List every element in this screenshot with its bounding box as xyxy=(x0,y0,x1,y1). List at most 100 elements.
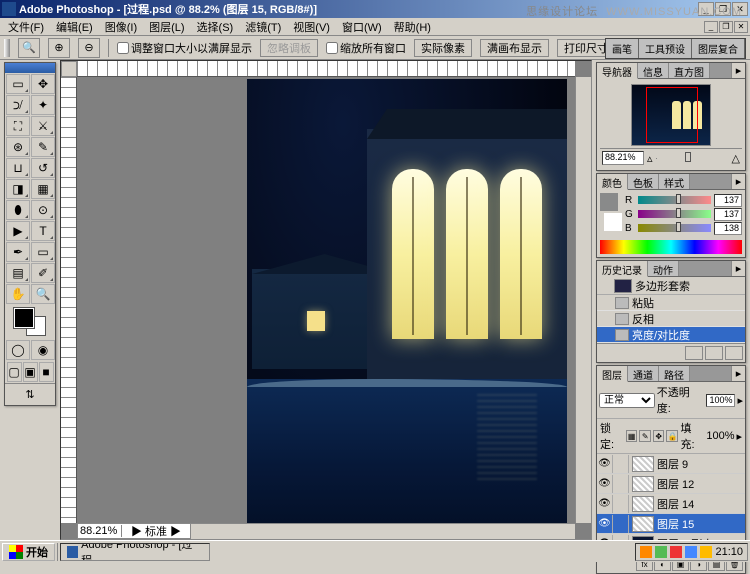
maximize-button[interactable]: ❐ xyxy=(715,2,731,16)
magic-wand-tool[interactable]: ✦ xyxy=(31,95,55,115)
type-tool[interactable]: T xyxy=(31,221,55,241)
path-select-tool[interactable]: ▶ xyxy=(6,221,30,241)
hand-tool[interactable]: ✋ xyxy=(6,284,30,304)
ruler-origin[interactable] xyxy=(61,61,77,77)
shape-tool[interactable]: ▭ xyxy=(31,242,55,262)
history-step-selected[interactable]: 亮度/对比度 xyxy=(597,327,745,343)
tab-paths[interactable]: 路径 xyxy=(659,366,690,381)
r-value[interactable]: 137 xyxy=(714,194,742,207)
jump-to-imageready[interactable]: ⇅ xyxy=(5,383,55,405)
screen-standard-icon[interactable]: ▢ xyxy=(7,362,22,382)
menu-filter[interactable]: 滤镜(T) xyxy=(239,18,287,36)
opacity-field[interactable]: 100% xyxy=(706,394,736,407)
vertical-ruler[interactable] xyxy=(61,77,77,523)
menu-view[interactable]: 视图(V) xyxy=(287,18,336,36)
panel-menu-icon[interactable]: ▸ xyxy=(731,366,745,381)
navigator-view-box[interactable] xyxy=(646,87,698,143)
fg-swatch[interactable] xyxy=(600,193,618,211)
menu-select[interactable]: 选择(S) xyxy=(191,18,240,36)
well-layer-comps[interactable]: 图层复合 xyxy=(692,39,745,58)
fit-screen-button[interactable]: 满画布显示 xyxy=(480,39,549,57)
slice-tool[interactable]: ⚔ xyxy=(31,116,55,136)
blur-tool[interactable]: ⬮ xyxy=(6,200,30,220)
marquee-tool[interactable]: ▭ xyxy=(6,74,30,94)
lock-pixels-icon[interactable]: ✎ xyxy=(639,430,651,442)
screen-full-icon[interactable]: ■ xyxy=(39,362,54,382)
b-slider[interactable] xyxy=(638,224,711,232)
eraser-tool[interactable]: ◨ xyxy=(6,179,30,199)
layer-row[interactable]: 👁图层 12 xyxy=(597,474,745,494)
doc-minimize-button[interactable]: _ xyxy=(704,21,718,33)
foreground-color[interactable] xyxy=(14,308,34,328)
menu-help[interactable]: 帮助(H) xyxy=(388,18,437,36)
tab-info[interactable]: 信息 xyxy=(638,63,669,78)
toolbox-header[interactable] xyxy=(5,63,55,73)
zoom-in-large-icon[interactable]: △ xyxy=(732,152,740,165)
dodge-tool[interactable]: ⊙ xyxy=(31,200,55,220)
lock-position-icon[interactable]: ✥ xyxy=(653,430,665,442)
tab-navigator[interactable]: 导航器 xyxy=(597,63,638,79)
history-step[interactable]: 粘贴 xyxy=(597,295,745,311)
tab-histogram[interactable]: 直方图 xyxy=(669,63,710,78)
canvas[interactable] xyxy=(77,77,575,523)
minimize-button[interactable]: _ xyxy=(698,2,714,16)
navigator-zoom-slider[interactable] xyxy=(656,154,729,162)
layer-row-selected[interactable]: 👁图层 15 xyxy=(597,514,745,534)
resize-window-checkbox[interactable]: 调整窗口大小以满屏显示 xyxy=(117,40,252,56)
notes-tool[interactable]: ▤ xyxy=(6,263,30,283)
status-label[interactable]: ▶ 标准 ▶ xyxy=(122,523,190,539)
tray-icon[interactable] xyxy=(685,546,697,558)
eye-icon[interactable]: 👁 xyxy=(597,455,613,473)
menu-window[interactable]: 窗口(W) xyxy=(336,18,388,36)
panel-menu-icon[interactable]: ▸ xyxy=(731,63,745,78)
screen-full-menu-icon[interactable]: ▣ xyxy=(23,362,38,382)
blend-mode-select[interactable]: 正常 xyxy=(599,393,655,408)
gradient-tool[interactable]: ▦ xyxy=(31,179,55,199)
crop-tool[interactable]: ⛶ xyxy=(6,116,30,136)
quickmask-mode-icon[interactable]: ◉ xyxy=(31,340,55,360)
zoom-field[interactable]: 88.21% xyxy=(78,525,122,537)
tray-icon[interactable] xyxy=(700,546,712,558)
new-snapshot-icon[interactable] xyxy=(705,346,723,360)
menu-image[interactable]: 图像(I) xyxy=(99,18,143,36)
color-ramp[interactable] xyxy=(600,240,742,254)
menu-file[interactable]: 文件(F) xyxy=(2,18,50,36)
navigator-zoom-field[interactable]: 88.21% xyxy=(602,151,644,165)
fill-field[interactable]: 100% xyxy=(706,430,734,442)
tab-swatches[interactable]: 色板 xyxy=(628,174,659,189)
b-value[interactable]: 138 xyxy=(714,222,742,235)
g-slider[interactable] xyxy=(638,210,711,218)
bg-swatch[interactable] xyxy=(604,213,622,231)
zoom-tool[interactable]: 🔍 xyxy=(31,284,55,304)
doc-close-button[interactable]: ✕ xyxy=(734,21,748,33)
tab-channels[interactable]: 通道 xyxy=(628,366,659,381)
tab-styles[interactable]: 样式 xyxy=(659,174,690,189)
eyedropper-tool[interactable]: ✐ xyxy=(31,263,55,283)
eye-icon[interactable]: 👁 xyxy=(597,475,613,493)
horizontal-ruler[interactable] xyxy=(77,61,575,77)
pen-tool[interactable]: ✒ xyxy=(6,242,30,262)
tray-icon[interactable] xyxy=(670,546,682,558)
close-button[interactable]: ✕ xyxy=(732,2,748,16)
actual-pixels-button[interactable]: 实际像素 xyxy=(414,39,472,57)
tab-actions[interactable]: 动作 xyxy=(648,261,679,276)
history-step[interactable]: 反相 xyxy=(597,311,745,327)
zoom-out-icon[interactable]: ⊖ xyxy=(78,38,100,58)
menu-edit[interactable]: 编辑(E) xyxy=(50,18,99,36)
layer-row[interactable]: 👁图层 14 xyxy=(597,494,745,514)
new-doc-from-state-icon[interactable] xyxy=(685,346,703,360)
tab-color[interactable]: 颜色 xyxy=(597,174,628,190)
r-slider[interactable] xyxy=(638,196,711,204)
lasso-tool[interactable]: ⟉ xyxy=(6,95,30,115)
system-tray[interactable]: 21:10 xyxy=(635,543,748,561)
tray-icon[interactable] xyxy=(655,546,667,558)
doc-restore-button[interactable]: ❐ xyxy=(719,21,733,33)
navigator-thumbnail[interactable] xyxy=(631,84,711,146)
well-tool-presets[interactable]: 工具预设 xyxy=(639,39,692,58)
taskbar-app-button[interactable]: Adobe Photoshop - [过程... xyxy=(60,543,210,561)
history-snapshot[interactable]: 多边形套索 xyxy=(597,277,745,295)
history-brush-tool[interactable]: ↺ xyxy=(31,158,55,178)
eye-icon[interactable]: 👁 xyxy=(597,515,613,533)
start-button[interactable]: 开始 xyxy=(2,543,55,561)
move-tool[interactable]: ✥ xyxy=(31,74,55,94)
